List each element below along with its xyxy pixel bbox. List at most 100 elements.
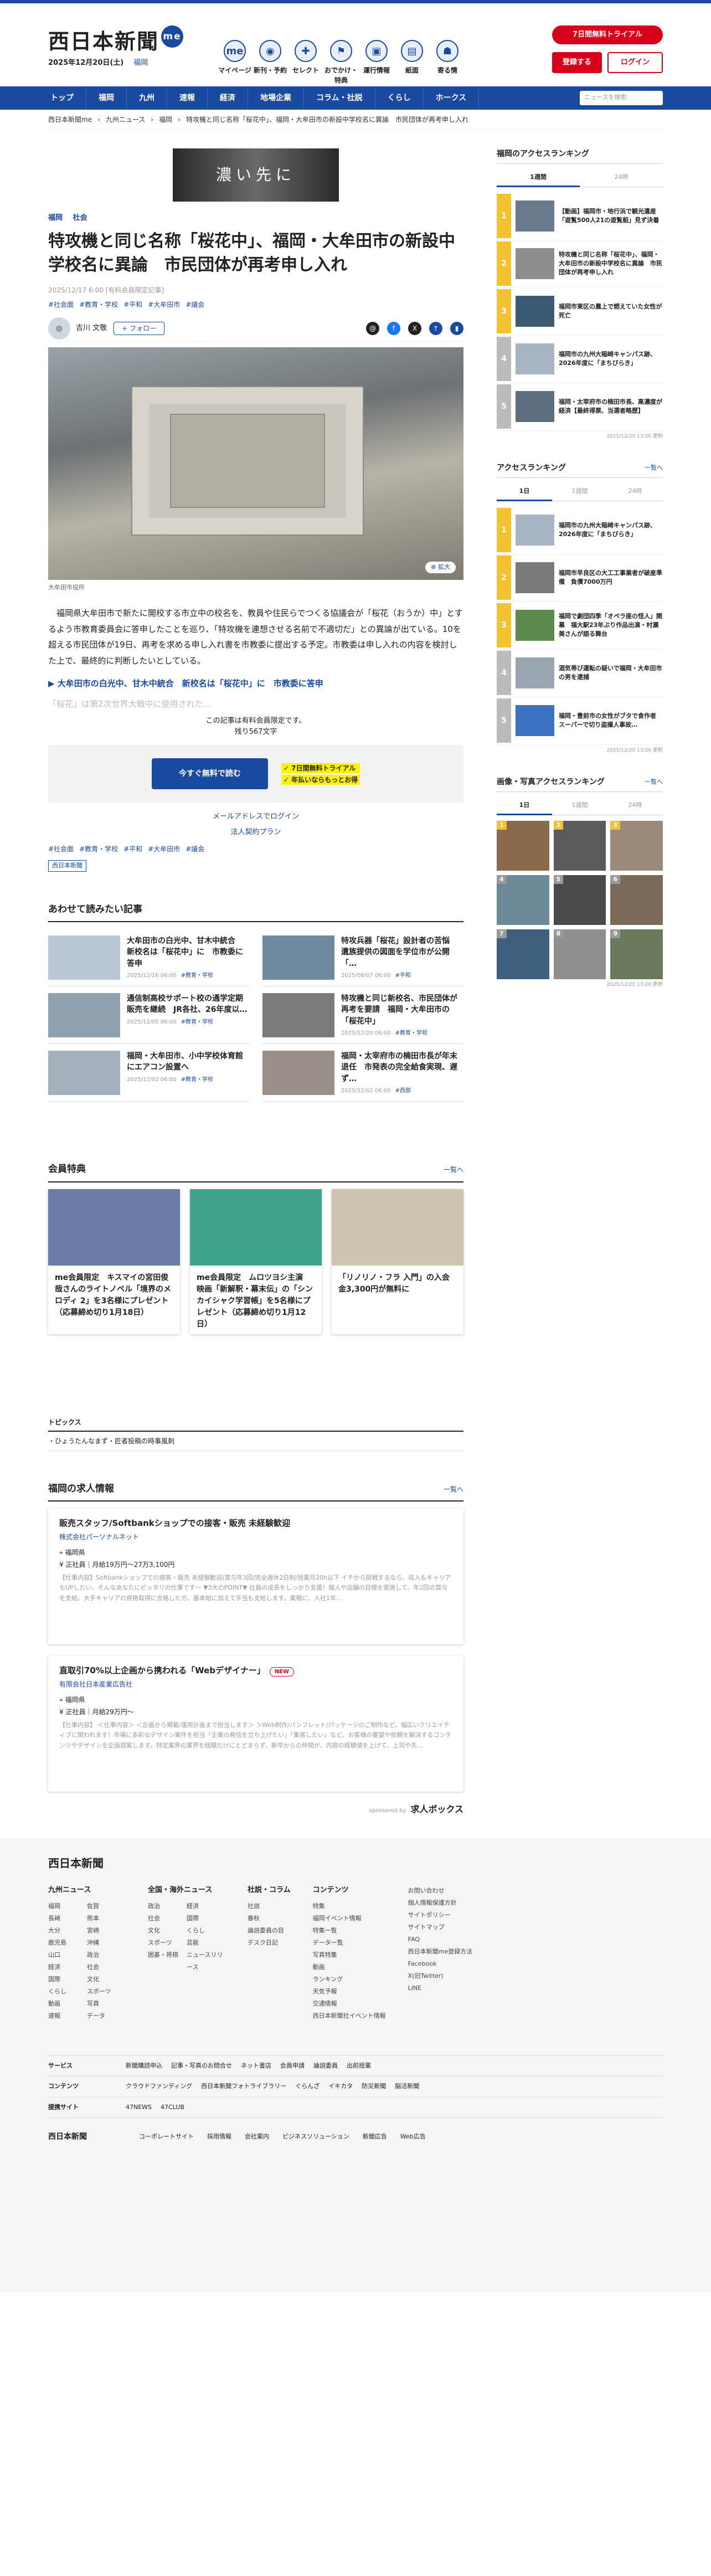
related-category[interactable]: #教育・学校 [395, 1030, 427, 1036]
ranking-item[interactable]: 2 特攻機と同じ名称「桜花中」、福岡・大牟田市の新設中学校名に異論 市民団体が再考… [497, 240, 663, 288]
footer-bottom-link[interactable]: ビジネスソリューション [282, 2132, 349, 2142]
footer-link[interactable]: サイトポリシー [408, 1909, 472, 1921]
tag-link[interactable]: #社会面 [48, 845, 74, 853]
members-more-link[interactable]: 一覧へ [444, 1165, 463, 1175]
footer-link[interactable]: 鹿児島 [48, 1937, 87, 1949]
footer-link[interactable]: 天気予報 [313, 1986, 386, 1998]
header-nav-item[interactable]: ✚ セレクト [288, 40, 323, 85]
job-card[interactable]: 直取引70%以上企画から携われる「Webデザイナー」 NEW 有限会社日本産業広告社… [48, 1655, 463, 1792]
footer-bottom-link[interactable]: コーポレートサイト [139, 2132, 194, 2142]
tab-24h[interactable]: 24時 [607, 484, 663, 501]
footer-link[interactable]: 写真特集 [313, 1949, 386, 1961]
member-card[interactable]: me会員限定 ムロツヨシ主演 映画「新解釈・幕末伝」の「シンカイシャク学習帳」を… [190, 1189, 322, 1334]
photo-thumb[interactable]: 5 [553, 875, 606, 925]
gnav-item[interactable]: くらし [375, 86, 424, 110]
gnav-item[interactable]: 福岡 [86, 86, 127, 110]
ranking-item[interactable]: 1 【動画】福岡市・地行浜で観光遺産「遊覧500人21の遊覧船」見ず決着 [497, 193, 663, 240]
footer-link[interactable]: 交通情報 [313, 1998, 386, 2010]
footer-link[interactable]: 国際 [48, 1973, 87, 1986]
footer-link[interactable]: 速報 [48, 2010, 87, 2022]
share-icon[interactable]: ↑ [429, 322, 442, 335]
gnav-item[interactable]: 地場企業 [248, 86, 304, 110]
related-category[interactable]: #教育・学校 [181, 973, 213, 979]
footer-link[interactable]: FAQ [408, 1934, 472, 1946]
footer-link[interactable]: 政治 [87, 1949, 126, 1961]
zoom-button[interactable]: ⊕ 拡大 [425, 562, 456, 573]
footer-link[interactable]: サイトマップ [408, 1921, 472, 1934]
footer-link[interactable]: 社会 [87, 1961, 126, 1973]
ad-banner[interactable]: 濃い先に [173, 148, 339, 202]
tag-link[interactable]: #平和 [123, 301, 142, 308]
photo-thumb[interactable]: 7 [497, 929, 549, 979]
header-nav-item[interactable]: ⚑ おでかけ・特典 [323, 40, 359, 85]
footer-link[interactable]: ぐらんざ [295, 2083, 320, 2090]
access-ranking-more[interactable]: 一覧へ [645, 464, 663, 473]
footer-link[interactable]: 福岡イベント情報 [313, 1912, 386, 1925]
tag-link[interactable]: #議会 [186, 301, 204, 308]
footer-link[interactable]: データ一覧 [313, 1937, 386, 1949]
footer-logo[interactable]: 西日本新聞 [48, 1855, 663, 1871]
header-nav-item[interactable]: me マイページ [217, 40, 253, 85]
member-card[interactable]: 「リノリノ・フラ 入門」の入会金3,300円が無料に [332, 1189, 463, 1334]
related-item[interactable]: 福岡・大牟田市、小中学校体育館にエアコン設置へ 2025/12/02 06:00 #… [48, 1044, 249, 1102]
gnav-item[interactable]: 九州 [127, 86, 167, 110]
category-link[interactable]: 社会 [73, 214, 87, 222]
footer-link[interactable]: 西日本新聞me登録方法 [408, 1946, 472, 1958]
tab-24h[interactable]: 24時 [580, 169, 663, 187]
gnav-item[interactable]: 経済 [208, 86, 248, 110]
breadcrumb-item[interactable]: 西日本新聞me [48, 116, 92, 124]
category-link[interactable]: 福岡 [48, 214, 63, 222]
footer-link[interactable]: 動画 [48, 1998, 87, 2010]
footer-bottom-link[interactable]: 会社案内 [245, 2132, 269, 2142]
footer-link[interactable]: 囲碁・将棋 [148, 1949, 187, 1973]
footer-bottom-link[interactable]: 新聞広告 [363, 2132, 387, 2142]
read-free-button[interactable]: 今すぐ無料で読む [151, 758, 268, 789]
footer-link[interactable]: 写真 [87, 1998, 126, 2010]
footer-link[interactable]: 新聞購読申込 [126, 2062, 162, 2069]
site-logo[interactable]: 西日本新聞 me [48, 25, 184, 57]
related-category[interactable]: #平和 [395, 973, 411, 979]
footer-link[interactable]: 熊本 [87, 1912, 126, 1925]
footer-link[interactable]: スポーツ [148, 1937, 187, 1949]
article-photo[interactable]: ⊕ 拡大 [48, 347, 463, 580]
related-article-link[interactable]: ▶ 大牟田市の白光中、甘木中統合 新校名は「桜花中」に 市教委に答申 [48, 677, 463, 690]
footer-link[interactable]: 脳活新聞 [395, 2083, 419, 2090]
register-button[interactable]: 登録する [552, 52, 602, 73]
gnav-item[interactable]: 速報 [167, 86, 208, 110]
photo-thumb[interactable]: 3 [610, 820, 663, 871]
footer-link[interactable]: 経済 [187, 1900, 225, 1912]
footer-bottom-link[interactable]: Web広告 [400, 2132, 426, 2142]
footer-link[interactable]: データ [87, 2010, 126, 2022]
header-nav-item[interactable]: ◉ 新刊・予約 [253, 40, 288, 85]
ranking-item[interactable]: 5 福岡・太宰府市の楠田市長、高濃度が経済【最終得票、当選者略歴】 [497, 383, 663, 431]
footer-link[interactable]: 佐賀 [87, 1900, 126, 1912]
photo-thumb[interactable]: 1 [497, 820, 549, 871]
ranking-item[interactable]: 2 福岡市早良区の大工工事業者が破産準備 負債7000万円 [497, 554, 663, 602]
mail-login-link[interactable]: メールアドレスでログイン [48, 811, 463, 822]
area-selector[interactable]: 福岡 [133, 59, 148, 67]
ranking-item[interactable]: 4 酒気帯び運転の疑いで福岡・大牟田市の男を逮捕 [497, 650, 663, 697]
ranking-item[interactable]: 5 福岡・豊前市の女性がブタで食作者 スーパーで切り盗撮人事故… [497, 697, 663, 745]
gnav-item[interactable]: ホークス [424, 86, 480, 110]
footer-link[interactable]: 沖縄 [87, 1937, 126, 1949]
footer-link[interactable]: くらし [187, 1925, 225, 1937]
corporate-plan-link[interactable]: 法人契約プラン [48, 827, 463, 838]
related-category[interactable]: #教育・学校 [181, 1019, 213, 1025]
tab-day[interactable]: 1日 [497, 798, 552, 815]
footer-link[interactable]: ニュースリリース [187, 1949, 225, 1973]
footer-link[interactable]: スポーツ [87, 1986, 126, 1998]
tab-week[interactable]: 1週間 [552, 798, 607, 815]
footer-link[interactable]: 宮崎 [87, 1925, 126, 1937]
sponsor-name[interactable]: 求人ボックス [410, 1804, 463, 1814]
related-item[interactable]: 特攻機と同じ新校名、市民団体が再考を要請 福岡・大牟田市の「桜花中」 2025/1… [262, 986, 463, 1044]
footer-link[interactable]: 社説 [248, 1900, 291, 1912]
footer-link[interactable]: 防災新聞 [362, 2083, 386, 2090]
ranking-item[interactable]: 3 福岡で劇団四季「オペラ座の怪人」開幕 福大駅23年ぶり作品出演・村瀬美さんが語… [497, 602, 663, 650]
photo-thumb[interactable]: 4 [497, 875, 549, 925]
tab-24h[interactable]: 24時 [607, 798, 663, 815]
related-item[interactable]: 特攻兵器「桜花」設計者の苦悩 遺族提供の図面を学位市が公開「… 2025/08/0… [262, 929, 463, 986]
footer-link[interactable]: 個人情報保護方針 [408, 1897, 472, 1909]
photo-thumb[interactable]: 2 [553, 820, 606, 871]
related-item[interactable]: 福岡・太宰府市の楠田市長が年末退任 市発表の完全給食実現、遅ず… 2025/12/… [262, 1044, 463, 1102]
threads-icon[interactable]: @ [366, 322, 379, 335]
